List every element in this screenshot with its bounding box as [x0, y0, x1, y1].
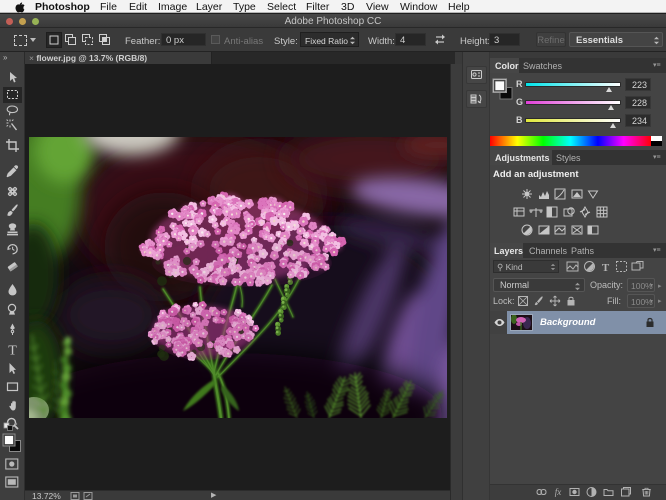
svg-text:T: T [602, 262, 610, 273]
svg-text:T: T [8, 344, 17, 358]
svg-text:fx: fx [555, 487, 562, 497]
